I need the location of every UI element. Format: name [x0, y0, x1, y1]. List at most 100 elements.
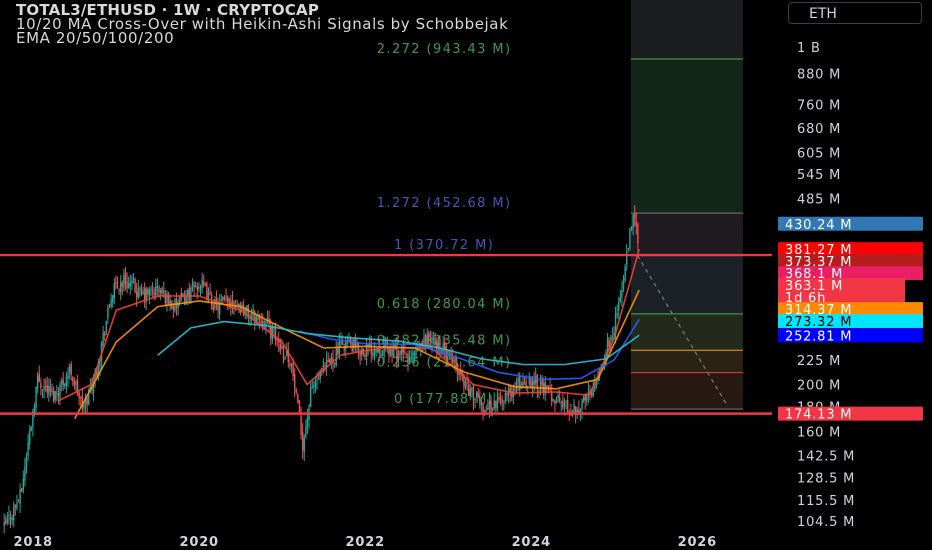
candle-body	[444, 342, 446, 350]
candle-body	[104, 333, 106, 336]
fib-zone-band	[630, 372, 743, 410]
candle-body	[198, 287, 200, 289]
candle-body	[321, 367, 323, 371]
candle-body	[565, 401, 567, 403]
price-label-text: 252.81 M	[785, 329, 852, 344]
candle-body	[297, 394, 299, 403]
candle-body	[632, 214, 634, 229]
candle-body	[80, 396, 82, 398]
candle-body	[59, 384, 61, 398]
candle-body	[188, 288, 191, 301]
candle-body	[306, 417, 309, 428]
y-tick-label: 142.5 M	[797, 450, 855, 465]
candle-body	[116, 284, 119, 288]
candle-body	[239, 304, 242, 313]
candle-body	[73, 381, 76, 385]
candle-body	[9, 516, 12, 521]
candle-body	[158, 286, 160, 293]
candle-body	[33, 406, 36, 413]
candle-body	[380, 354, 382, 356]
candle-body	[135, 291, 138, 298]
candle-body	[573, 404, 575, 413]
candle-body	[333, 362, 336, 364]
candle-body	[52, 391, 55, 402]
candle-body	[107, 306, 109, 319]
candle-body	[324, 365, 326, 367]
candle-body	[329, 359, 331, 363]
candle-body	[27, 442, 29, 457]
candle-body	[153, 292, 155, 295]
candle-body	[309, 387, 312, 407]
candle-body	[8, 514, 10, 517]
candle-body	[587, 391, 590, 394]
candle-body	[132, 281, 135, 283]
y-tick-label: 200 M	[797, 379, 841, 394]
candle-body	[273, 328, 275, 330]
candle-body	[634, 213, 636, 219]
candle-body	[134, 279, 136, 293]
candle-body	[317, 378, 320, 380]
candle-body	[190, 287, 192, 303]
candle-body	[474, 399, 476, 401]
candle-body	[155, 286, 157, 296]
candle-body	[68, 366, 71, 373]
candle-body	[156, 286, 159, 288]
candle-body	[282, 345, 285, 358]
candle-body	[341, 342, 344, 345]
candle-body	[629, 228, 631, 249]
candle-body	[539, 379, 542, 389]
candle-body	[115, 281, 117, 285]
indicator-legend-ema[interactable]: EMA 20/50/100/200	[16, 31, 174, 46]
y-tick-label: 128.5 M	[797, 471, 855, 486]
candle-body	[563, 403, 566, 407]
candle-body	[86, 398, 88, 404]
candle-body	[113, 283, 115, 298]
candle-body	[402, 349, 404, 353]
candle-body	[19, 489, 21, 504]
candle-body	[452, 357, 454, 364]
candle-body	[582, 397, 585, 402]
candle-body	[289, 363, 291, 366]
candle-body	[496, 398, 499, 409]
candle-body	[147, 289, 149, 295]
candle-body	[469, 388, 471, 397]
candle-body	[635, 220, 638, 226]
candle-body	[322, 364, 325, 368]
candle-body	[455, 358, 457, 363]
candle-body	[274, 326, 277, 341]
candle-body	[137, 288, 139, 298]
candle-body	[479, 397, 481, 405]
candle-body	[595, 383, 598, 386]
candle-body	[172, 306, 175, 310]
candle-body	[442, 343, 444, 352]
candle-body	[325, 360, 328, 367]
candle-body	[121, 282, 123, 287]
price-chart[interactable]: 2.272 (943.43 M) 1.272 (452.68 M) 1 (370.7…	[0, 0, 932, 550]
candle-body	[311, 386, 313, 388]
currency-selector[interactable]: ETH	[788, 2, 922, 24]
candle-body	[24, 466, 26, 481]
y-tick-label: 485 M	[797, 193, 841, 208]
candle-body	[223, 296, 226, 301]
candle-body	[621, 289, 623, 298]
candle-body	[140, 289, 143, 295]
candle-body	[159, 290, 162, 294]
x-tick-label: 2018	[14, 535, 53, 550]
candle-body	[397, 353, 400, 359]
price-label-text: 273.32 M	[785, 315, 852, 330]
candle-body	[72, 377, 74, 381]
candle-body	[495, 400, 497, 408]
candle-body	[279, 343, 282, 351]
candle-body	[14, 505, 17, 507]
candle-body	[431, 337, 433, 344]
candle-body	[161, 288, 163, 294]
candle-body	[503, 404, 505, 406]
candle-body	[25, 457, 28, 467]
candle-body	[293, 373, 296, 390]
candle-body	[17, 501, 20, 503]
candle-body	[129, 282, 131, 286]
candle-body	[408, 357, 411, 364]
candle-body	[28, 430, 31, 445]
candle-body	[467, 384, 470, 396]
y-tick-label: 225 M	[797, 354, 841, 369]
